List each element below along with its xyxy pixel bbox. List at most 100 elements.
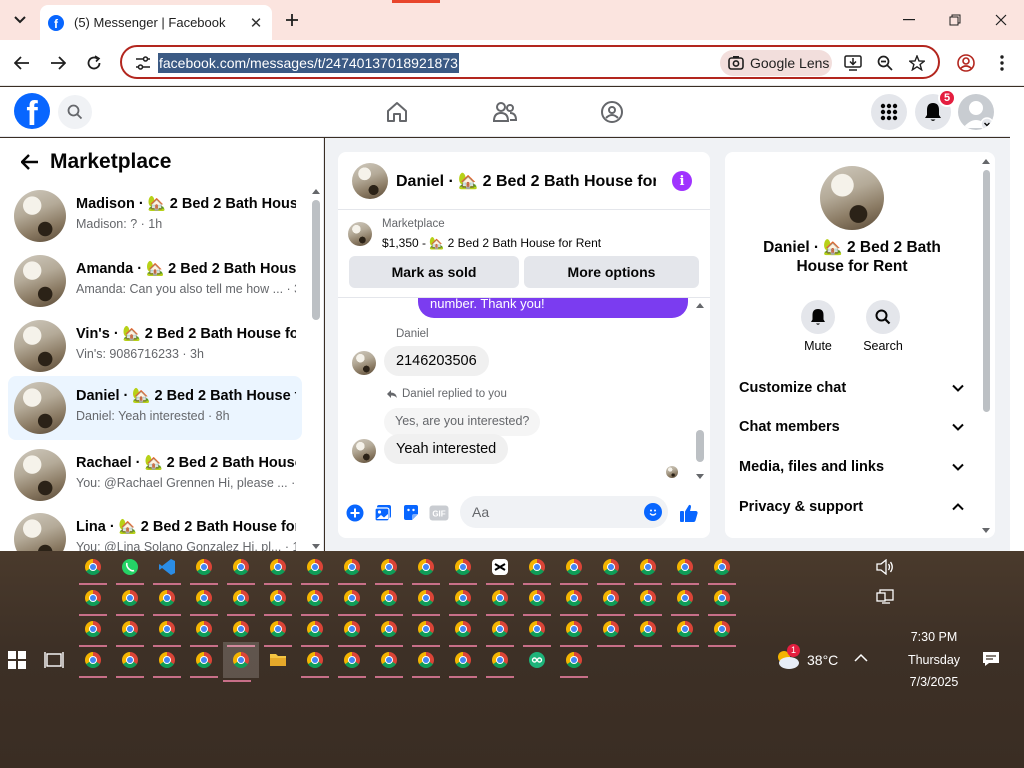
conversation-item[interactable]: Vin's · 🏡 2 Bed 2 Bath House for Rent Vi… [8, 314, 302, 378]
chrome-app-icon[interactable] [190, 615, 218, 647]
conversation-item[interactable]: Amanda · 🏡 2 Bed 2 Bath House for Rent A… [8, 249, 302, 313]
chrome-app-icon[interactable] [708, 584, 736, 616]
mute-button[interactable]: Mute [788, 300, 848, 353]
chrome-app-icon[interactable] [116, 646, 144, 678]
media-files-links-section[interactable]: Media, files and links [731, 449, 971, 485]
chat-title[interactable]: Daniel · 🏡 2 Bed 2 Bath House for Rent [396, 171, 656, 191]
windows-start-icon[interactable] [8, 651, 28, 671]
chrome-app-icon[interactable] [634, 615, 662, 647]
chrome-app-icon[interactable] [338, 553, 366, 585]
green-app-icon[interactable] [523, 646, 551, 674]
install-app-icon[interactable] [842, 52, 864, 74]
chrome-app-icon[interactable] [190, 553, 218, 585]
chrome-app-icon[interactable] [264, 584, 292, 616]
chrome-app-icon[interactable] [671, 615, 699, 647]
groups-nav-icon[interactable] [597, 97, 627, 127]
chrome-app-icon[interactable] [227, 553, 255, 585]
tab-search-chevron-icon[interactable] [8, 8, 32, 32]
tab-close-icon[interactable]: ✕ [248, 15, 264, 32]
chrome-app-icon[interactable] [560, 553, 588, 585]
chrome-app-icon[interactable] [560, 646, 588, 678]
bookmark-star-icon[interactable] [906, 52, 928, 74]
sidebar-scrollbar[interactable] [312, 188, 320, 550]
chrome-profile-icon[interactable] [954, 51, 978, 75]
chrome-app-icon[interactable] [301, 584, 329, 616]
url-text[interactable]: facebook.com/messages/t/2474013701892187… [158, 53, 459, 73]
more-options-button[interactable]: More options [524, 256, 699, 288]
gif-icon[interactable]: GIF [428, 502, 450, 524]
chrome-app-icon[interactable] [523, 584, 551, 616]
chrome-app-icon[interactable] [264, 615, 292, 647]
chrome-app-icon[interactable] [153, 646, 181, 678]
new-tab-plus-icon[interactable] [280, 8, 304, 32]
weather-temperature[interactable]: 38°C [807, 652, 838, 668]
customize-chat-section[interactable]: Customize chat [731, 370, 971, 406]
chrome-app-icon[interactable] [79, 584, 107, 616]
privacy-support-section[interactable]: Privacy & support [731, 489, 971, 525]
chrome-app-icon[interactable] [153, 584, 181, 616]
chrome-app-icon[interactable] [671, 553, 699, 585]
chrome-app-icon[interactable] [116, 584, 144, 616]
chrome-app-icon[interactable] [634, 584, 662, 616]
browser-tab-messenger[interactable]: f (5) Messenger | Facebook ✕ [40, 5, 272, 40]
chrome-app-icon[interactable] [671, 584, 699, 616]
chrome-app-icon[interactable] [153, 615, 181, 647]
volume-icon[interactable] [876, 558, 894, 578]
chrome-app-icon[interactable] [79, 646, 107, 678]
sidebar-scroll-thumb[interactable] [312, 200, 320, 320]
clock-date[interactable]: 7/3/2025 [894, 675, 974, 689]
conversation-item[interactable]: Rachael · 🏡 2 Bed 2 Bath House for Rent … [8, 443, 302, 507]
chrome-app-icon[interactable] [449, 584, 477, 616]
clock-day[interactable]: Thursday [894, 653, 974, 667]
details-avatar[interactable] [820, 166, 884, 230]
action-center-icon[interactable] [982, 651, 1000, 670]
site-info-icon[interactable] [134, 54, 152, 72]
chrome-app-icon[interactable] [116, 615, 144, 647]
facebook-logo-icon[interactable]: f [14, 93, 50, 129]
chat-members-section[interactable]: Chat members [731, 409, 971, 445]
chrome-app-icon[interactable] [560, 584, 588, 616]
chrome-app-icon[interactable] [449, 615, 477, 647]
chrome-app-icon[interactable] [375, 646, 403, 678]
like-thumbs-up-icon[interactable] [678, 502, 700, 524]
message-scrollbar[interactable] [696, 302, 704, 480]
weather-icon[interactable]: 1 [775, 644, 801, 671]
chrome-app-icon[interactable] [301, 553, 329, 585]
back-arrow-icon[interactable] [16, 148, 44, 176]
details-scrollbar[interactable] [981, 158, 991, 534]
search-in-conversation-button[interactable]: Search [853, 300, 913, 353]
chrome-app-icon[interactable] [560, 615, 588, 647]
minimize-window-icon[interactable] [897, 8, 921, 32]
details-scroll-thumb[interactable] [983, 170, 990, 412]
show-hidden-icons-chevron-icon[interactable] [853, 651, 869, 666]
chrome-app-icon[interactable] [190, 646, 218, 678]
chrome-app-icon[interactable] [486, 646, 514, 678]
incoming-message-bubble[interactable]: Yeah interested [384, 434, 509, 464]
conversation-item-selected[interactable]: Daniel · 🏡 2 Bed 2 Bath House for Rent D… [8, 376, 302, 440]
chat-avatar[interactable] [352, 163, 388, 199]
emoji-icon[interactable] [644, 503, 662, 521]
chrome-app-icon[interactable] [79, 615, 107, 647]
chrome-app-icon[interactable] [227, 615, 255, 647]
chrome-app-icon[interactable] [375, 615, 403, 647]
vscode-icon[interactable] [153, 553, 181, 585]
chrome-app-icon[interactable] [301, 615, 329, 647]
chrome-app-icon[interactable] [338, 584, 366, 616]
add-plus-icon[interactable] [344, 502, 366, 524]
chrome-app-icon[interactable] [597, 615, 625, 647]
restore-window-icon[interactable] [943, 8, 967, 32]
forward-arrow-icon[interactable] [46, 51, 70, 75]
friends-nav-icon[interactable] [490, 97, 520, 127]
chrome-app-icon[interactable] [412, 646, 440, 678]
close-window-icon[interactable] [989, 8, 1013, 32]
conversation-item[interactable]: Madison · 🏡 2 Bed 2 Bath House for Rent … [8, 184, 302, 248]
quoted-message[interactable]: Yes, are you interested? [384, 408, 541, 436]
reload-icon[interactable] [82, 51, 106, 75]
clock-time[interactable]: 7:30 PM [894, 630, 974, 644]
chrome-app-icon[interactable] [597, 553, 625, 585]
chrome-app-icon[interactable] [449, 553, 477, 585]
google-lens-button[interactable]: Google Lens [720, 50, 832, 76]
file-explorer-icon[interactable] [264, 646, 292, 674]
chrome-app-icon[interactable] [486, 615, 514, 647]
chrome-app-icon[interactable] [375, 553, 403, 585]
